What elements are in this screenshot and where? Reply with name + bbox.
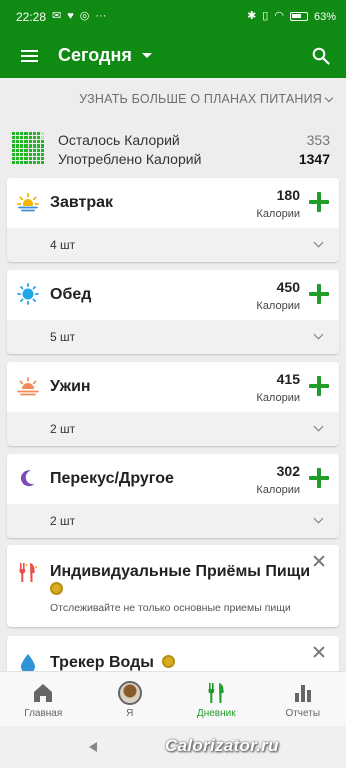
- meal-items-toggle[interactable]: 2 шт: [7, 412, 339, 446]
- nav-home[interactable]: Главная: [0, 672, 87, 726]
- meal-item-count: 2 шт: [50, 422, 76, 436]
- promo-title: Индивидуальные Приёмы Пищи: [50, 563, 311, 580]
- add-food-button[interactable]: [309, 284, 329, 304]
- nav-label: Отчеты: [285, 708, 321, 719]
- meal-items-toggle[interactable]: 2 шт: [7, 504, 339, 538]
- promo-title: Трекер Воды: [50, 654, 176, 672]
- chevron-down-icon: [313, 237, 324, 248]
- home-icon: [34, 684, 53, 702]
- meal-calories: 302: [276, 463, 300, 479]
- meal-name: Перекус/Другое: [50, 470, 174, 487]
- bar-chart-icon: [294, 685, 311, 702]
- calorie-grid-icon: [12, 132, 44, 164]
- premium-coin-icon: [50, 582, 63, 595]
- nav-label: Главная: [24, 708, 63, 719]
- more-notifications-icon: ···: [95, 10, 107, 22]
- watermark: Calorizator.ru: [165, 736, 279, 755]
- avatar-icon: [117, 681, 142, 705]
- meal-item-count: 2 шт: [50, 514, 76, 528]
- premium-coin-icon: [162, 654, 176, 668]
- nav-diary[interactable]: Дневник: [173, 672, 260, 726]
- meal-calories: 415: [276, 371, 300, 387]
- consumed-calories-value: 1347: [298, 151, 330, 167]
- search-button[interactable]: [296, 33, 346, 78]
- meal-calories-unit: Калории: [256, 484, 300, 496]
- app-bar: Сегодня: [0, 33, 346, 78]
- meal-card-snack[interactable]: Перекус/Другое 302 Калории 2 шт: [7, 454, 339, 538]
- moon-icon: [20, 470, 35, 487]
- meal-calories-unit: Калории: [256, 208, 300, 220]
- meal-items-toggle[interactable]: 4 шт: [7, 228, 339, 262]
- status-bar: 22:28 ✉ ♥ ◎ ··· ✱ ▯ ◠ 63%: [0, 0, 346, 33]
- add-food-button[interactable]: [309, 468, 329, 488]
- clock: 22:28: [16, 9, 47, 24]
- vibrate-icon: ▯: [262, 10, 269, 22]
- meal-calories: 450: [276, 279, 300, 295]
- battery-icon: [289, 12, 308, 21]
- chevron-down-icon: [313, 329, 324, 340]
- meal-plans-link-label: УЗНАТЬ БОЛЬШЕ О ПЛАНАХ ПИТАНИЯ: [79, 92, 322, 106]
- remaining-calories-value: 353: [306, 132, 330, 148]
- remaining-calories-label: Осталось Калорий: [58, 132, 180, 148]
- meal-plans-link[interactable]: УЗНАТЬ БОЛЬШЕ О ПЛАНАХ ПИТАНИЯ: [79, 92, 334, 106]
- chevron-down-icon: [324, 93, 334, 102]
- sunrise-icon: [17, 193, 39, 213]
- meal-name: Ужин: [50, 378, 91, 395]
- chevron-down-icon: [313, 421, 324, 432]
- battery-level: 63%: [313, 10, 336, 23]
- close-icon[interactable]: [313, 646, 325, 658]
- sunset-icon: [17, 377, 39, 396]
- nav-reports[interactable]: Отчеты: [260, 672, 346, 726]
- date-selector-title[interactable]: Сегодня: [58, 45, 132, 66]
- nav-label: Дневник: [196, 708, 236, 719]
- meal-calories: 180: [276, 187, 300, 203]
- meal-card-breakfast[interactable]: Завтрак 180 Калории 4 шт: [7, 178, 339, 262]
- cutlery-icon: [19, 563, 37, 582]
- meal-items-toggle[interactable]: 5 шт: [7, 320, 339, 354]
- menu-icon[interactable]: [0, 33, 58, 78]
- notification-icon: ✉: [52, 10, 62, 22]
- meal-card-lunch[interactable]: Обед 450 Калории 5 шт: [7, 270, 339, 354]
- back-icon[interactable]: [89, 742, 97, 752]
- system-navigation-bar: Calorizator.ru: [0, 726, 346, 768]
- close-icon[interactable]: [313, 555, 325, 567]
- meal-calories-unit: Калории: [256, 392, 300, 404]
- calorie-summary[interactable]: Осталось Калорий 353 Употреблено Калорий…: [12, 130, 330, 168]
- bluetooth-icon: ✱: [247, 10, 257, 22]
- custom-meals-card[interactable]: Индивидуальные Приёмы Пищи Отслеживайте …: [7, 545, 339, 627]
- search-icon: [312, 47, 330, 65]
- meal-name: Завтрак: [50, 194, 114, 211]
- chevron-down-icon: [313, 513, 324, 524]
- promo-description: Отслеживайте не только основные приемы п…: [50, 602, 291, 614]
- consumed-calories-label: Употреблено Калорий: [58, 151, 202, 167]
- camera-icon: ◎: [79, 10, 90, 22]
- add-food-button[interactable]: [309, 192, 329, 212]
- meal-calories-unit: Калории: [256, 300, 300, 312]
- meal-item-count: 4 шт: [50, 238, 76, 252]
- bottom-navigation: Главная Я Дневник Отчеты: [0, 671, 346, 726]
- meal-item-count: 5 шт: [50, 330, 76, 344]
- wifi-icon: ◠: [274, 10, 284, 22]
- nav-label: Я: [126, 708, 134, 719]
- dropdown-caret-icon[interactable]: [141, 53, 152, 58]
- add-food-button[interactable]: [309, 376, 329, 396]
- meal-card-dinner[interactable]: Ужин 415 Калории 2 шт: [7, 362, 339, 446]
- sun-icon: [17, 283, 39, 305]
- nav-me[interactable]: Я: [87, 672, 174, 726]
- heart-icon: ♥: [67, 10, 74, 22]
- fork-knife-icon: [208, 683, 224, 703]
- meal-name: Обед: [50, 286, 92, 303]
